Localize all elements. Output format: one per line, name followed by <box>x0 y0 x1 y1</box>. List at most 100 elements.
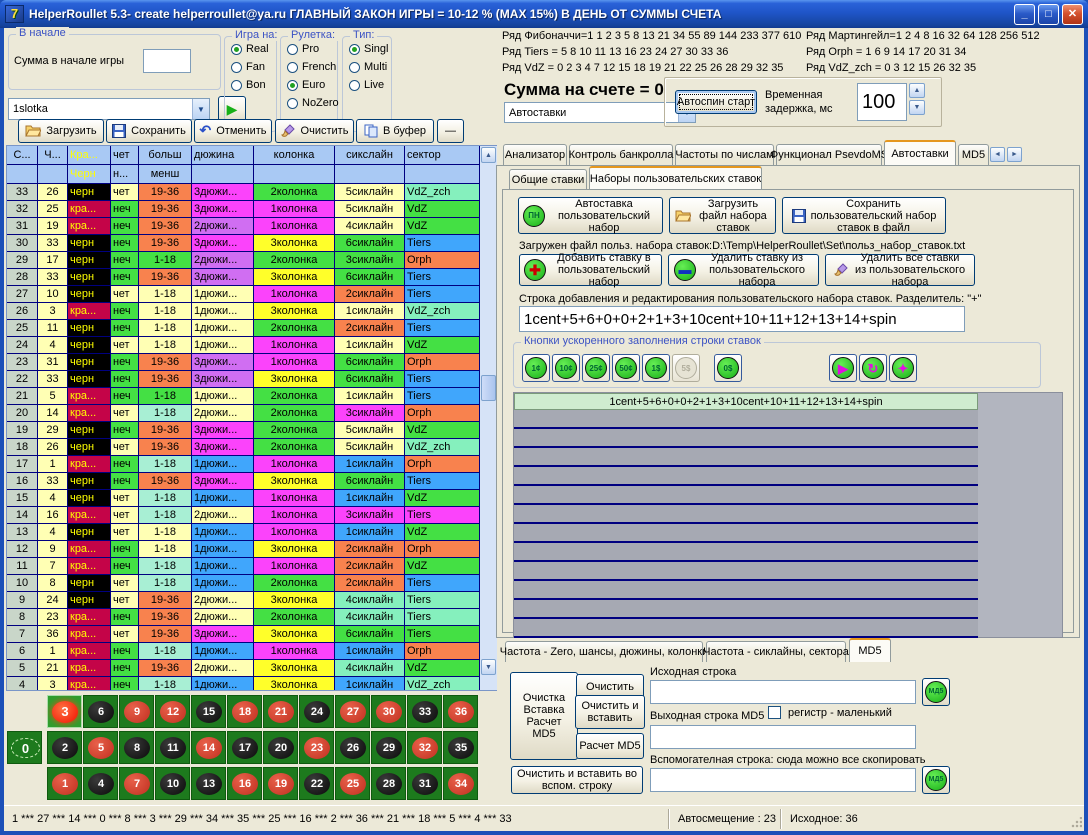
table-row[interactable]: 263кра...неч1-181дюжи...3колонка1сиклайн… <box>7 303 496 320</box>
radio-Pro[interactable]: Pro <box>287 43 337 55</box>
md5-output-input[interactable] <box>650 725 916 749</box>
tab-MD5[interactable]: MD5 <box>958 144 989 165</box>
tab-Частота - Zero, шансы, дюжины, колонки[interactable]: Частота - Zero, шансы, дюжины, колонки <box>505 641 703 662</box>
tab-Контроль банкролла[interactable]: Контроль банкролла <box>569 144 673 165</box>
bet-list-row[interactable] <box>514 543 978 562</box>
table-row[interactable]: 924чернчет19-362дюжи...3колонка4сиклайнT… <box>7 592 496 609</box>
board-number-cell-11[interactable]: 11 <box>155 731 190 764</box>
md5-calc-source-button[interactable]: МД5 <box>922 678 950 706</box>
board-number-cell-6[interactable]: 6 <box>83 695 118 728</box>
table-row[interactable]: 2014кра...чет1-182дюжи...2колонка3сиклай… <box>7 405 496 422</box>
table-row[interactable]: 129кра...неч1-181дюжи...3колонка2сиклайн… <box>7 541 496 558</box>
table-row[interactable]: 3119кра...неч19-362дюжи...1колонка4сикла… <box>7 218 496 235</box>
table-row[interactable]: 1416кра...чет1-182дюжи...1колонка3сиклай… <box>7 507 496 524</box>
radio-Bon[interactable]: Bon <box>231 79 276 91</box>
bet-list-row[interactable] <box>514 562 978 581</box>
autobet-user-set-button[interactable]: ПН Автоставка пользовательский набор <box>518 197 663 234</box>
table-row[interactable]: 244чернчет1-181дюжи...1колонка1сиклайнVd… <box>7 337 496 354</box>
remove-bet-button[interactable]: ▬ Удалить ставку из пользовательского на… <box>668 254 819 286</box>
table-row[interactable]: 1929черннеч19-363дюжи...2колонка5сиклайн… <box>7 422 496 439</box>
toolbar-button-5[interactable]: В буфер <box>356 119 434 143</box>
tab-Анализатор[interactable]: Анализатор <box>503 144 567 165</box>
table-row[interactable]: 171кра...неч1-181дюжи...1колонка1сиклайн… <box>7 456 496 473</box>
table-row[interactable]: 736кра...чет19-363дюжи...3колонка6сиклай… <box>7 626 496 643</box>
chip-button-10¢[interactable]: 10¢ <box>552 354 580 382</box>
chevron-down-icon[interactable]: ▼ <box>192 99 209 119</box>
radio-Singl[interactable]: Singl <box>349 43 391 55</box>
resize-grip[interactable] <box>1070 817 1082 829</box>
bet-list-header[interactable]: 1cent+5+6+0+0+2+1+3+10cent+10+11+12+13+1… <box>514 393 978 410</box>
toolbar-button-3[interactable]: ↶Отменить <box>194 119 272 143</box>
table-row[interactable]: 3326чернчет19-363дюжи...2колонка5сиклайн… <box>7 184 496 201</box>
board-number-cell-31[interactable]: 31 <box>407 767 442 800</box>
radio-NoZero[interactable]: NoZero <box>287 97 337 109</box>
board-number-cell-19[interactable]: 19 <box>263 767 298 800</box>
toolbar-button-4[interactable]: Очистить <box>275 119 354 143</box>
add-bet-button[interactable]: ✚ Добавить ставку в пользовательский наб… <box>519 254 662 286</box>
board-number-cell-34[interactable]: 34 <box>443 767 478 800</box>
chip-button-0$[interactable]: 0$ <box>714 354 742 382</box>
board-number-cell-8[interactable]: 8 <box>119 731 154 764</box>
bet-string-input[interactable] <box>519 306 965 332</box>
board-number-cell-22[interactable]: 22 <box>299 767 334 800</box>
board-number-cell-24[interactable]: 24 <box>299 695 334 728</box>
spinner-down-icon[interactable]: ▼ <box>909 100 925 115</box>
table-row[interactable]: 134чернчет1-181дюжи...1колонка1сиклайнVd… <box>7 524 496 541</box>
board-number-cell-26[interactable]: 26 <box>335 731 370 764</box>
radio-Fan[interactable]: Fan <box>231 61 276 73</box>
delay-stepper[interactable]: ▲ ▼ <box>909 83 925 115</box>
table-row[interactable]: 823кра...неч19-362дюжи...2колонка4сиклай… <box>7 609 496 626</box>
table-row[interactable]: 43кра...неч1-181дюжи...3колонка1сиклайнV… <box>7 677 496 691</box>
delay-value[interactable]: 100 <box>857 83 907 121</box>
scroll-down-icon[interactable]: ▼ <box>481 659 496 675</box>
md5-calc-button[interactable]: Расчет MD5 <box>576 733 644 759</box>
board-number-cell-15[interactable]: 15 <box>191 695 226 728</box>
bet-list-row[interactable] <box>514 448 978 467</box>
spinner-up-icon[interactable]: ▲ <box>909 83 925 98</box>
board-number-cell-5[interactable]: 5 <box>83 731 118 764</box>
close-button[interactable]: ✕ <box>1062 4 1083 25</box>
md5-clear-and-paste-button[interactable]: Очистить и вставить <box>575 695 645 729</box>
bet-list-row[interactable] <box>514 467 978 486</box>
board-number-cell-30[interactable]: 30 <box>371 695 406 728</box>
board-zero-cell[interactable]: 0 <box>7 731 42 764</box>
start-sum-input[interactable] <box>143 49 191 73</box>
board-number-cell-25[interactable]: 25 <box>335 767 370 800</box>
table-row[interactable]: 2833черннеч19-363дюжи...3колонка6сиклайн… <box>7 269 496 286</box>
bet-list-row[interactable] <box>514 581 978 600</box>
scroll-up-icon[interactable]: ▲ <box>481 147 496 163</box>
board-number-cell-1[interactable]: 1 <box>47 767 82 800</box>
bet-list-row[interactable] <box>514 619 978 638</box>
table-row[interactable]: 2233черннеч19-363дюжи...3колонка6сиклайн… <box>7 371 496 388</box>
board-number-cell-9[interactable]: 9 <box>119 695 154 728</box>
md5-aux-input[interactable] <box>650 768 916 792</box>
bet-list-row[interactable] <box>514 429 978 448</box>
subtab-Общие ставки[interactable]: Общие ставки <box>509 169 587 189</box>
md5-clear-paste-aux-button[interactable]: Очистить и вставить во вспом. строку <box>511 766 643 794</box>
save-set-file-button[interactable]: Сохранить пользовательский набор ставок … <box>782 197 946 234</box>
bet-list-row[interactable] <box>514 410 978 429</box>
table-row[interactable]: 61кра...неч1-181дюжи...1колонка1сиклайнO… <box>7 643 496 660</box>
minimize-button[interactable]: _ <box>1014 4 1035 25</box>
board-number-cell-4[interactable]: 4 <box>83 767 118 800</box>
table-row[interactable]: 2917черннеч1-182дюжи...2колонка3сиклайнO… <box>7 252 496 269</box>
case-checkbox[interactable] <box>768 706 781 719</box>
autospin-start-button[interactable]: Автоспин старт <box>675 90 757 114</box>
table-row[interactable]: 3033черннеч19-363дюжи...3колонка6сиклайн… <box>7 235 496 252</box>
board-number-cell-35[interactable]: 35 <box>443 731 478 764</box>
tab-Частоты по числам[interactable]: Частоты по числам <box>675 144 774 165</box>
board-number-cell-33[interactable]: 33 <box>407 695 442 728</box>
tab-Частота - сиклайны, сектора[interactable]: Частота - сиклайны, сектора <box>706 641 846 662</box>
subtab-Наборы пользовательских ставок[interactable]: Наборы пользовательских ставок <box>589 166 762 189</box>
bet-list-row[interactable] <box>514 486 978 505</box>
radio-Multi[interactable]: Multi <box>349 61 391 73</box>
chip-button-1$[interactable]: 1$ <box>642 354 670 382</box>
table-row[interactable]: 2710чернчет1-181дюжи...1колонка2сиклайнT… <box>7 286 496 303</box>
toolbar-button-6[interactable]: — <box>437 119 464 143</box>
radio-Real[interactable]: Real <box>231 43 276 55</box>
board-number-cell-32[interactable]: 32 <box>407 731 442 764</box>
board-number-cell-18[interactable]: 18 <box>227 695 262 728</box>
tab-scroll-right-icon[interactable]: ► <box>1007 147 1022 162</box>
scrollbar-thumb[interactable] <box>481 375 496 401</box>
board-number-cell-27[interactable]: 27 <box>335 695 370 728</box>
